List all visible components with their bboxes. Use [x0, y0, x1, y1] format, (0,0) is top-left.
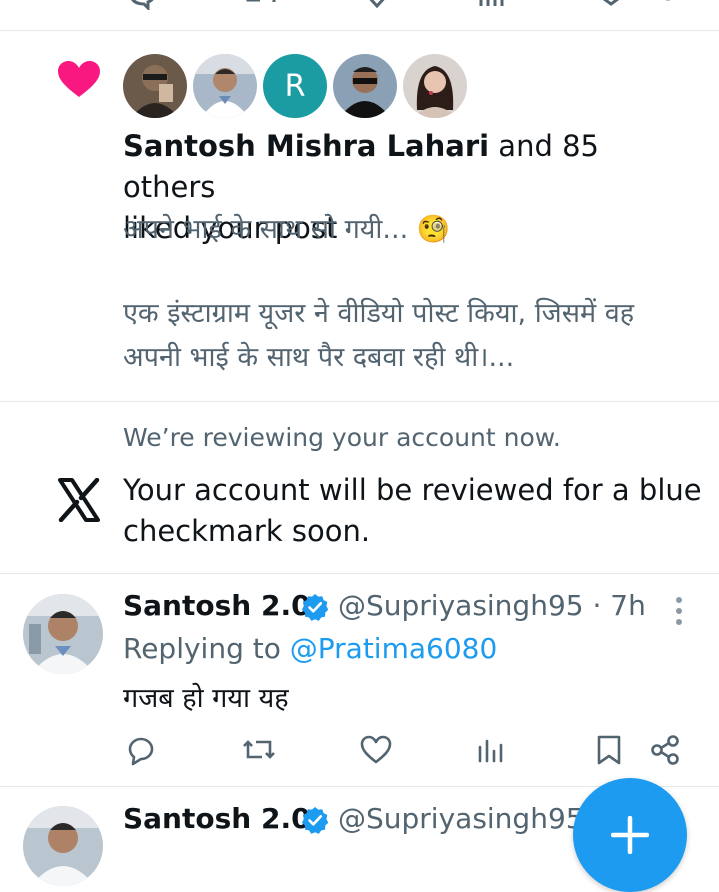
bookmark-icon[interactable] — [596, 0, 626, 10]
reply-icon[interactable] — [126, 0, 156, 10]
compose-button[interactable] — [573, 778, 687, 892]
actor-name[interactable]: Santosh Mishra Lahari — [123, 129, 489, 163]
avatar[interactable] — [193, 54, 257, 118]
like-icon[interactable] — [359, 733, 393, 767]
views-icon[interactable] — [475, 0, 505, 10]
like-icon[interactable] — [362, 0, 392, 10]
retweet-icon[interactable] — [244, 0, 278, 10]
post-preview-line: एक इंस्टाग्राम यूजर ने वीडियो पोस्ट किया… — [123, 298, 635, 329]
views-icon[interactable] — [473, 733, 507, 767]
tweet-handle-time[interactable]: @Supriyasingh95 · 7h — [338, 589, 646, 622]
bookmark-icon[interactable] — [592, 733, 626, 767]
verified-badge-icon — [301, 807, 329, 834]
divider — [0, 573, 719, 574]
avatar[interactable] — [333, 54, 397, 118]
tweet-handle[interactable]: @Supriyasingh95 — [338, 802, 584, 835]
divider — [0, 30, 719, 31]
avatar[interactable] — [403, 54, 467, 118]
plus-icon — [611, 816, 649, 854]
avatar-initial: R — [284, 68, 306, 104]
avatar[interactable] — [123, 54, 187, 118]
tweet-avatar[interactable] — [23, 806, 103, 886]
x-logo-icon — [58, 478, 100, 522]
share-icon[interactable] — [660, 0, 686, 10]
share-icon[interactable] — [648, 733, 682, 767]
post-preview-line: अपनी भाई के साथ पैर दबवा रही थी।... — [123, 342, 515, 373]
review-subtitle: We’re reviewing your account now. — [123, 423, 561, 452]
avatar[interactable]: R — [263, 54, 327, 118]
tweet-text[interactable]: गजब हो गया यह — [123, 678, 289, 715]
retweet-icon[interactable] — [242, 733, 276, 767]
post-preview-line: अपने भाई के साथ सो गयी... 🧐 — [123, 214, 451, 245]
more-options-icon[interactable] — [672, 596, 686, 626]
review-message[interactable]: Your account will be reviewed for a blue… — [123, 470, 703, 552]
heart-icon — [58, 61, 100, 97]
tweet-author-name[interactable]: Santosh 2.0 — [123, 589, 311, 622]
replying-to-link[interactable]: @Pratima6080 — [290, 632, 498, 665]
replying-to: Replying to @Pratima6080 — [123, 632, 498, 665]
divider — [0, 401, 719, 402]
tweet-avatar[interactable] — [23, 594, 103, 674]
previous-tweet-actions — [0, 0, 719, 10]
reply-icon[interactable] — [124, 733, 158, 767]
verified-badge-icon — [301, 594, 329, 621]
tweet-author-name[interactable]: Santosh 2.0 — [123, 802, 311, 835]
